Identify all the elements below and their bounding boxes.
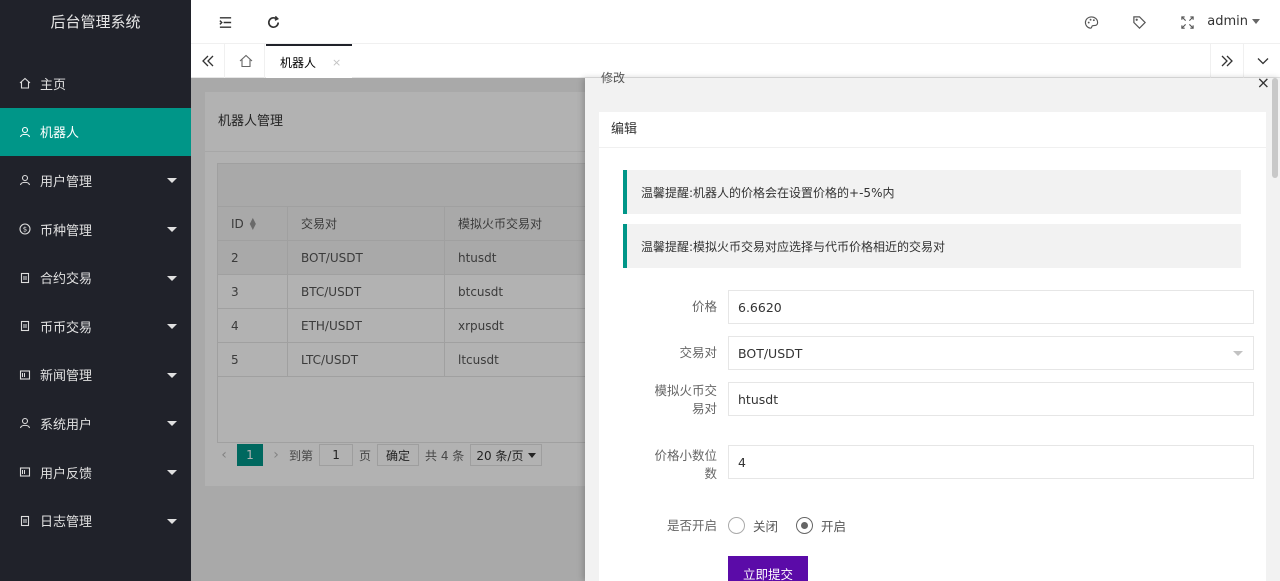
radio-off-circle xyxy=(728,517,745,534)
caret-down-icon xyxy=(167,421,177,427)
enabled-label: 是否开启 xyxy=(666,518,717,533)
user-icon xyxy=(18,125,32,139)
tip-price-range: 温馨提醒:机器人的价格会在设置价格的+-5%内 xyxy=(623,170,1241,214)
sim-pair-input[interactable]: htusdt xyxy=(728,382,1254,416)
caret-down-icon xyxy=(167,372,177,378)
app-logo-title: 后台管理系统 xyxy=(50,13,141,31)
tabs-scroll-right-icon[interactable] xyxy=(1210,44,1244,78)
caret-down-icon xyxy=(167,518,177,524)
decimals-input[interactable]: 4 xyxy=(728,445,1254,479)
sidebar-item-label: 币种管理 xyxy=(40,223,93,239)
dollar-icon: $ xyxy=(18,222,32,236)
sidebar-item-label: 日志管理 xyxy=(40,515,93,531)
caret-down-icon xyxy=(1252,19,1260,24)
fullscreen-icon[interactable] xyxy=(1177,12,1197,32)
sim-pair-label: 模拟火币交 易对 xyxy=(654,383,717,416)
radio-off[interactable]: 关闭 xyxy=(728,516,778,535)
tab-robot[interactable]: 机器人 × xyxy=(266,44,352,78)
edit-form-card: 编辑 温馨提醒:机器人的价格会在设置价格的+-5%内 温馨提醒:模拟火币交易对应… xyxy=(599,112,1266,581)
news-icon xyxy=(18,465,32,479)
sidebar-item-robot[interactable]: 机器人 xyxy=(0,107,191,157)
form-section-title: 编辑 xyxy=(599,112,1266,148)
tab-home-icon[interactable] xyxy=(227,44,265,78)
doc-icon xyxy=(18,271,32,285)
user-icon xyxy=(18,416,32,430)
enabled-radio-group: 关闭 开启 xyxy=(728,516,864,535)
pair-label: 交易对 xyxy=(679,345,717,360)
sidebar-item-currency-management[interactable]: $ 币种管理 xyxy=(0,205,191,254)
sidebar-item-spot-trading[interactable]: 币币交易 xyxy=(0,302,191,351)
tag-icon[interactable] xyxy=(1129,12,1149,32)
svg-text:$: $ xyxy=(23,226,27,234)
submit-button[interactable]: 立即提交 xyxy=(728,556,808,581)
caret-down-icon xyxy=(167,470,177,476)
sidebar-item-home[interactable]: 主页 xyxy=(0,59,191,108)
theme-icon[interactable] xyxy=(1081,12,1101,32)
caret-down-icon xyxy=(1233,350,1243,356)
sidebar-nav: 主页 机器人 用户管理 $ 币种管理 合约交易 币币交易 新闻管理 系统用户 用… xyxy=(0,59,191,545)
close-icon[interactable]: × xyxy=(1257,73,1270,92)
refresh-icon[interactable] xyxy=(263,12,283,32)
price-input[interactable]: 6.6620 xyxy=(728,290,1254,324)
sidebar: 后台管理系统 主页 机器人 用户管理 $ 币种管理 合约交易 币币交易 新闻管理… xyxy=(0,0,191,581)
tabs-scroll-left-icon[interactable] xyxy=(191,44,225,78)
user-icon xyxy=(18,173,32,187)
home-icon xyxy=(18,76,32,90)
sidebar-item-label: 用户管理 xyxy=(40,174,93,190)
news-icon xyxy=(18,368,32,382)
sidebar-item-label: 合约交易 xyxy=(40,272,93,288)
sidebar-item-label: 币币交易 xyxy=(40,320,93,336)
sidebar-item-contract-trading[interactable]: 合约交易 xyxy=(0,253,191,302)
menu-toggle-icon[interactable] xyxy=(215,12,235,32)
sidebar-item-label: 机器人 xyxy=(40,126,80,142)
edit-drawer: 修改 × 编辑 温馨提醒:机器人的价格会在设置价格的+-5%内 温馨提醒:模拟火… xyxy=(585,71,1280,581)
caret-down-icon xyxy=(167,324,177,330)
tip-sim-pair: 温馨提醒:模拟火币交易对应选择与代币价格相近的交易对 xyxy=(623,224,1241,268)
radio-on-circle xyxy=(796,517,814,534)
caret-down-icon xyxy=(167,275,177,281)
doc-icon xyxy=(18,319,32,333)
price-label: 价格 xyxy=(691,299,717,314)
sidebar-item-news-management[interactable]: 新闻管理 xyxy=(0,351,191,400)
user-menu[interactable]: admin xyxy=(1207,14,1260,29)
sidebar-item-label: 用户反馈 xyxy=(40,466,93,482)
sidebar-item-label: 主页 xyxy=(40,77,67,93)
sidebar-item-log-management[interactable]: 日志管理 xyxy=(0,496,191,545)
decimals-label: 价格小数位数 xyxy=(654,448,717,481)
modal-overlay[interactable] xyxy=(191,78,585,581)
sidebar-item-user-feedback[interactable]: 用户反馈 xyxy=(0,448,191,497)
drawer-title: 修改 xyxy=(601,71,626,85)
sidebar-item-label: 新闻管理 xyxy=(40,369,93,385)
doc-icon xyxy=(18,514,32,528)
drawer-scrollbar[interactable] xyxy=(1272,78,1278,178)
sidebar-item-system-users[interactable]: 系统用户 xyxy=(0,399,191,448)
sidebar-item-user-management[interactable]: 用户管理 xyxy=(0,156,191,205)
sidebar-item-label: 系统用户 xyxy=(40,417,93,433)
caret-down-icon xyxy=(167,227,177,233)
tab-bar: 机器人 × xyxy=(191,44,1280,78)
tab-close-icon[interactable]: × xyxy=(332,56,341,69)
pair-select[interactable]: BOT/USDT xyxy=(728,336,1254,370)
radio-on[interactable]: 开启 xyxy=(796,516,846,535)
caret-down-icon xyxy=(167,178,177,184)
tab-label: 机器人 xyxy=(280,55,317,70)
username: admin xyxy=(1207,14,1248,29)
top-header: admin xyxy=(191,0,1280,44)
